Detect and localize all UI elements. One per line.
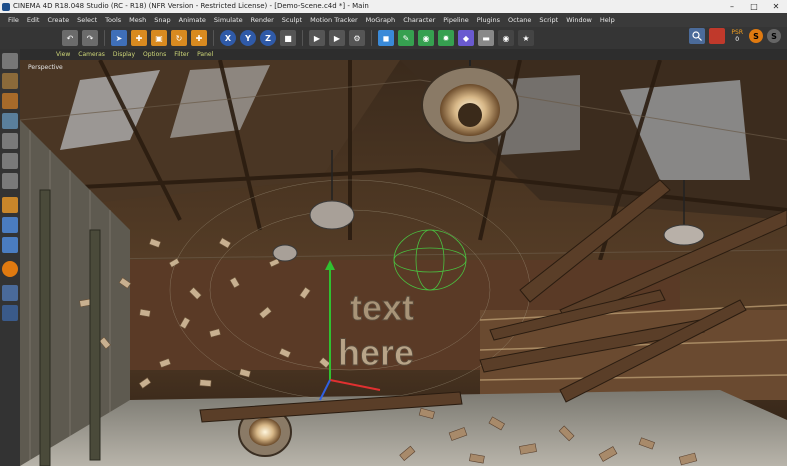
- maximize-icon[interactable]: □: [743, 0, 765, 13]
- undo-icon[interactable]: ↶: [62, 30, 78, 46]
- render-picture-viewer-icon[interactable]: ▶: [329, 30, 345, 46]
- menu-item-motion-tracker[interactable]: Motion Tracker: [306, 16, 362, 24]
- psr-label: PSR: [731, 29, 743, 36]
- move-tool-icon[interactable]: ✚: [131, 30, 147, 46]
- menu-item-window[interactable]: Window: [562, 16, 596, 24]
- viewport-menu-options[interactable]: Options: [143, 51, 166, 58]
- cloner-icon[interactable]: ✹: [438, 30, 454, 46]
- layout-icon[interactable]: [709, 28, 726, 44]
- snapping-icon[interactable]: [2, 237, 18, 253]
- floor-icon[interactable]: ▬: [478, 30, 494, 46]
- viewport-camera-label: Perspective: [28, 64, 63, 71]
- window-titlebar: CINEMA 4D R18.048 Studio (RC - R18) (NFR…: [0, 0, 787, 13]
- x-axis-lock-button[interactable]: X: [220, 30, 236, 46]
- minimize-icon[interactable]: –: [721, 0, 743, 13]
- recent-tools-icon[interactable]: ✚: [191, 30, 207, 46]
- viewport-menubar: View Cameras Display Options Filter Panel: [20, 49, 787, 60]
- viewport-menu-view[interactable]: View: [56, 51, 70, 58]
- psr-indicator: PSR 0: [731, 29, 743, 43]
- cube-primitive-icon[interactable]: ◼: [378, 30, 394, 46]
- left-tool-palette: [0, 49, 21, 466]
- coordinate-system-icon[interactable]: ■: [280, 30, 296, 46]
- menu-item-mesh[interactable]: Mesh: [125, 16, 150, 24]
- y-axis-lock-button[interactable]: Y: [240, 30, 256, 46]
- camera-icon[interactable]: ◉: [498, 30, 514, 46]
- close-icon[interactable]: ✕: [765, 0, 787, 13]
- scene-render: text here: [20, 60, 787, 466]
- menu-item-plugins[interactable]: Plugins: [473, 16, 504, 24]
- edges-mode-icon[interactable]: [2, 153, 18, 169]
- scene-text-here: here: [338, 332, 414, 373]
- menu-item-sculpt[interactable]: Sculpt: [278, 16, 306, 24]
- menu-item-help[interactable]: Help: [596, 16, 619, 24]
- toolbar-separator: [213, 30, 214, 46]
- tweak-mode-icon[interactable]: [2, 217, 18, 233]
- menu-item-mograph[interactable]: MoGraph: [362, 16, 400, 24]
- window-controls: – □ ✕: [721, 0, 787, 13]
- snap-icon[interactable]: S: [749, 29, 763, 43]
- menu-item-edit[interactable]: Edit: [23, 16, 44, 24]
- viewport-menu-filter[interactable]: Filter: [174, 51, 189, 58]
- menu-item-character[interactable]: Character: [399, 16, 439, 24]
- menu-item-simulate[interactable]: Simulate: [210, 16, 247, 24]
- window-title: CINEMA 4D R18.048 Studio (RC - R18) (NFR…: [13, 2, 369, 10]
- workplane-mode-icon[interactable]: [2, 113, 18, 129]
- toolbar-right-group: PSR 0 S S: [687, 28, 783, 44]
- menu-item-snap[interactable]: Snap: [150, 16, 174, 24]
- menu-item-animate[interactable]: Animate: [175, 16, 210, 24]
- 3d-viewport[interactable]: text here Perspective: [20, 60, 787, 466]
- subdivision-surface-icon[interactable]: ◉: [418, 30, 434, 46]
- menu-item-render[interactable]: Render: [247, 16, 278, 24]
- quantize-icon[interactable]: [2, 305, 18, 321]
- live-selection-icon[interactable]: ➤: [111, 30, 127, 46]
- texture-mode-icon[interactable]: [2, 93, 18, 109]
- toolbar-separator: [371, 30, 372, 46]
- viewport-menu-panel[interactable]: Panel: [197, 51, 213, 58]
- scale-tool-icon[interactable]: ▣: [151, 30, 167, 46]
- deformer-icon[interactable]: ◆: [458, 30, 474, 46]
- axis-mode-icon[interactable]: [2, 197, 18, 213]
- soft-selection-icon[interactable]: [2, 261, 18, 277]
- cinema4d-app-icon: [2, 2, 10, 11]
- pen-spline-icon[interactable]: ✎: [398, 30, 414, 46]
- main-menubar: File Edit Create Select Tools Mesh Snap Animate…: [0, 13, 787, 27]
- workplane-lock-icon[interactable]: [2, 285, 18, 301]
- menu-item-octane[interactable]: Octane: [504, 16, 535, 24]
- menu-item-create[interactable]: Create: [43, 16, 73, 24]
- main-toolbar: ↶ ↷ ➤ ✚ ▣ ↻ ✚ X Y Z ■ ▶ ▶ ⚙ ◼ ✎ ◉ ✹ ◆ ▬ …: [0, 27, 787, 49]
- viewport-menu-cameras[interactable]: Cameras: [78, 51, 105, 58]
- polygons-mode-icon[interactable]: [2, 173, 18, 189]
- model-mode-icon[interactable]: [2, 73, 18, 89]
- workplane-icon[interactable]: S: [767, 29, 781, 43]
- z-axis-lock-button[interactable]: Z: [260, 30, 276, 46]
- menu-item-tools[interactable]: Tools: [101, 16, 125, 24]
- ceiling-lamp-small: [272, 244, 298, 262]
- scene-text-text: text: [350, 287, 414, 328]
- render-settings-icon[interactable]: ⚙: [349, 30, 365, 46]
- search-icon[interactable]: [689, 28, 706, 44]
- make-editable-icon[interactable]: [2, 53, 18, 69]
- menu-item-script[interactable]: Script: [535, 16, 562, 24]
- light-icon[interactable]: ★: [518, 30, 534, 46]
- render-view-icon[interactable]: ▶: [309, 30, 325, 46]
- toolbar-separator: [104, 30, 105, 46]
- menu-item-pipeline[interactable]: Pipeline: [439, 16, 472, 24]
- redo-icon[interactable]: ↷: [82, 30, 98, 46]
- toolbar-separator: [302, 30, 303, 46]
- points-mode-icon[interactable]: [2, 133, 18, 149]
- menu-item-select[interactable]: Select: [73, 16, 101, 24]
- psr-value: 0: [735, 36, 740, 43]
- viewport-menu-display[interactable]: Display: [113, 51, 135, 58]
- rotate-tool-icon[interactable]: ↻: [171, 30, 187, 46]
- menu-item-file[interactable]: File: [4, 16, 23, 24]
